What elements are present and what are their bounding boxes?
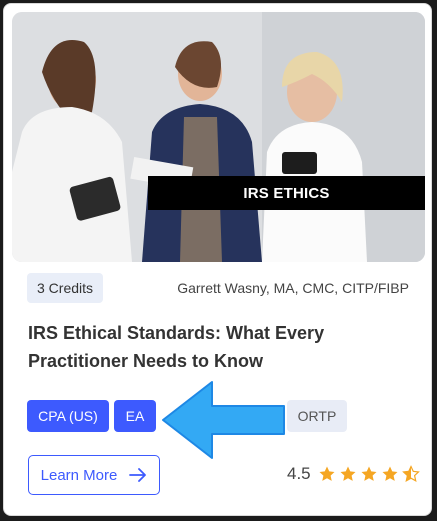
learn-more-button[interactable]: Learn More <box>28 455 160 495</box>
star-icon <box>340 466 356 481</box>
course-image[interactable]: IRS ETHICS <box>12 12 425 262</box>
star-icon <box>319 466 335 481</box>
author-name: Garrett Wasny, MA, CMC, CITP/FIBP <box>177 280 409 296</box>
course-title[interactable]: IRS Ethical Standards: What Every Practi… <box>28 319 358 375</box>
tag-ortp: ORTP <box>287 400 347 432</box>
course-banner: IRS ETHICS <box>148 176 425 210</box>
star-icon <box>361 466 377 481</box>
arrow-right-icon <box>129 468 147 482</box>
course-rating: 4.5 <box>287 464 420 484</box>
rating-value: 4.5 <box>287 464 311 483</box>
annotation-arrow-icon <box>162 381 285 459</box>
half-star-icon <box>401 465 420 482</box>
star-icon <box>382 466 398 481</box>
course-card: IRS ETHICS 3 Credits Garrett Wasny, MA, … <box>3 3 432 516</box>
tag-ea: EA <box>114 400 156 432</box>
tag-cpa-us: CPA (US) <box>27 400 109 432</box>
course-photo-illustration <box>12 12 425 262</box>
learn-more-label: Learn More <box>40 466 118 484</box>
credits-badge: 3 Credits <box>27 273 104 303</box>
